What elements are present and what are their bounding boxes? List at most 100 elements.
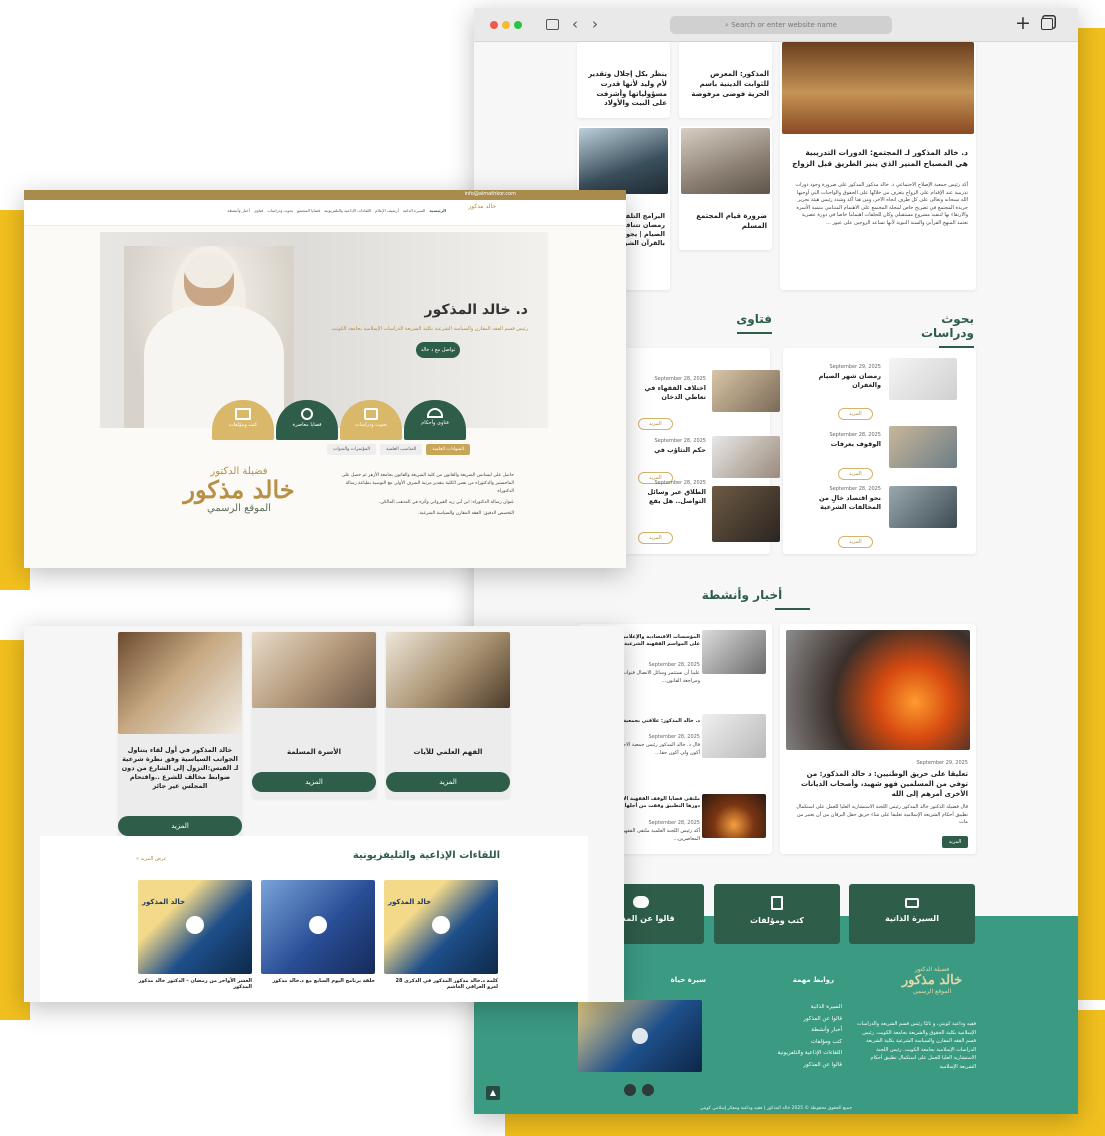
nav-item-fatwa[interactable]: فتاوى [254,208,263,213]
topic-card[interactable]: الأسرة المسلمة المزيد [252,632,376,798]
play-icon[interactable] [432,916,450,934]
video-thumb-art: خالد المذكور [388,898,432,906]
video-thumb: خالد المذكور [138,880,252,974]
footer-link[interactable]: كتب ومؤلفات [770,1037,842,1049]
maximize-dot-icon[interactable] [514,21,522,29]
research-more-button[interactable]: المزيد [838,536,873,548]
footer-link[interactable]: قالوا عن المذكور [770,1014,842,1026]
chip-conferences[interactable]: المؤتمرات والندوات [327,444,377,455]
email-icon[interactable] [624,1084,636,1096]
nav-item-cv[interactable]: السيرة الذاتية [403,208,426,213]
news-main-more-button[interactable]: المزيد [942,836,968,848]
hero-nav-logo[interactable]: خالد مذكور [468,203,496,210]
video-card[interactable]: حلقة برنامج اليوم السابع مع د.خالد مذكور [261,880,375,998]
topic-more-button[interactable]: المزيد [252,772,376,792]
topic-more-button[interactable]: المزيد [118,816,242,836]
article-card-title[interactable]: ضرورة قيام المجتمع المسلم [683,212,767,232]
tabs-overview-icon[interactable] [1041,18,1053,30]
article-card[interactable]: ينظر بكل إجلال وتقدير لأم وليد لأنها قدر… [577,42,670,118]
research-item[interactable]: September 29, 2025 رمضان شهر الصيام والغ… [783,358,976,420]
tab-issues[interactable]: قضايا معاصرة [276,400,338,440]
research-section-title: بحوث ودراسات [886,312,974,348]
x-social-icon[interactable] [642,1084,654,1096]
footer-links-title: روابط مهمة [792,976,834,984]
footer-link[interactable]: قالوا عن المذكور [770,1060,842,1072]
featured-article-card[interactable]: د. خالد المذكور لـ المجتمع: الدورات التد… [780,42,976,290]
topbar-email[interactable]: info@almathkor.com [464,191,516,197]
new-tab-icon[interactable]: + [1015,12,1031,34]
research-item-image [889,426,957,468]
media-more-link[interactable]: عرض المزيد » [136,856,167,862]
video-caption[interactable]: العشر الأواخر من رمضان – الدكتور خالد مذ… [138,978,252,990]
fatwa-item[interactable]: September 28, 2025 اختلاف الفقهاء في تعا… [624,358,780,430]
footer-video-thumb[interactable] [578,1000,702,1072]
tab-fatwa[interactable]: فتاوى وأحكام [404,400,466,440]
topic-card-title[interactable]: الفهم العلمي للآيات [386,748,510,758]
tab-research[interactable]: بحوث ودراسات [340,400,402,440]
fatwa-item[interactable]: September 28, 2025 حكم التثاؤب في المزيد [624,424,780,484]
fatwa-item-title[interactable]: حكم التثاؤب في [624,446,706,455]
open-book-icon [235,408,251,420]
news-section-title: أخبار وأنشطة [674,588,810,610]
tab-books[interactable]: كتب ومؤلفات [212,400,274,440]
fatwa-item-title[interactable]: الطلاق عبر وسائل التواصل.. هل يقع [624,488,706,506]
article-card-title[interactable]: المذكور: المعرض للثوابت الدينية باسم الح… [683,70,769,99]
fatwa-item-title[interactable]: اختلاف الفقهاء في تعاطي الدخان [624,384,707,402]
close-dot-icon[interactable] [490,21,498,29]
nav-item-society[interactable]: قضايا المجتمع [297,208,320,213]
scroll-top-button[interactable]: ▲ [486,1086,500,1100]
article-card[interactable]: المذكور: المعرض للثوابت الدينية باسم الح… [679,42,772,118]
tile-cv[interactable]: السيرة الذاتية [849,884,975,944]
hero-contact-button[interactable]: تواصل مع د خالد [416,342,460,358]
hero-subtitle: رئيس قسم الفقه المقارن والسياسة الشرعية … [331,326,528,332]
topic-card-title[interactable]: الأسرة المسلمة [252,748,376,758]
article-card-title[interactable]: ينظر بكل إجلال وتقدير لأم وليد لأنها قدر… [581,70,667,109]
chat-icon [633,896,649,908]
video-thumb [261,880,375,974]
news-main-card[interactable]: September 29, 2025 تعليقا على حريق الوطن… [780,624,976,854]
research-more-button[interactable]: المزيد [838,408,873,420]
back-chevron-icon[interactable]: ‹ [572,15,578,33]
topic-card-title[interactable]: خالد المذكور في أول لقاء يتناول الجوانب … [120,746,240,791]
nav-item-news[interactable]: أخبار وأنشطة [227,208,249,213]
featured-article-title[interactable]: د. خالد المذكور لـ المجتمع: الدورات التد… [790,148,968,169]
news-main-title[interactable]: تعليقا على حريق الوطنيين: د خالد المذكور… [790,770,968,799]
footer-link[interactable]: أخبار وأنشطة [770,1025,842,1037]
chip-positions[interactable]: المناصب العلمية [380,444,423,455]
forward-chevron-icon[interactable]: › [592,15,598,33]
featured-article-image [782,42,974,134]
play-icon[interactable] [186,916,204,934]
topic-more-button[interactable]: المزيد [386,772,510,792]
video-caption[interactable]: حلقة برنامج اليوم السابع مع د.خالد مذكور [261,978,375,984]
nav-item-home[interactable]: الرئيسية [429,208,446,213]
nav-item-interviews[interactable]: اللقاءات الإذاعية والتلفزيونية [324,208,371,213]
video-caption[interactable]: كلمة د.خالد مذكور المذكور في الذكرى 28 ل… [384,978,498,990]
video-card[interactable]: خالد المذكور العشر الأواخر من رمضان – ال… [138,880,252,998]
research-item-title[interactable]: نحو اقتصاد خالٍ من المخالفات الشرعية [791,494,881,512]
tile-books[interactable]: كتب ومؤلفات [714,884,840,944]
nav-item-media[interactable]: أرشيف الإعلام [375,208,399,213]
topic-card[interactable]: خالد المذكور في أول لقاء يتناول الجوانب … [118,632,242,838]
footer-logo-sub: الموقع الرسمي [912,988,952,995]
play-icon[interactable] [309,916,327,934]
research-item[interactable]: September 28, 2025 نحو اقتصاد خالٍ من ال… [783,486,976,548]
fatwa-section-title: فتاوى [684,312,772,334]
video-card[interactable]: خالد المذكور كلمة د.خالد مذكور المذكور ف… [384,880,498,998]
address-bar[interactable]: ⌕ Search or enter website name [670,16,892,34]
research-more-button[interactable]: المزيد [838,468,873,480]
minimize-dot-icon[interactable] [502,21,510,29]
sidebar-icon[interactable] [546,19,559,30]
play-icon[interactable] [632,1028,648,1044]
topic-card[interactable]: الفهم العلمي للآيات المزيد [386,632,510,798]
research-item[interactable]: September 28, 2025 الوقوف بعرفات المزيد [783,426,976,486]
hero-logo: فضيلة الدكتور خالد مذكور الموقع الرسمي [174,466,304,514]
chip-degrees[interactable]: الشهادات العلمية [426,444,470,455]
article-card[interactable]: ضرورة قيام المجتمع المسلم [679,126,772,250]
footer-link[interactable]: السيرة الذاتية [770,1002,842,1014]
footer-link[interactable]: اللقاءات الإذاعية والتلفزيونية [770,1048,842,1060]
research-item-title[interactable]: رمضان شهر الصيام والغفران [791,372,881,390]
fatwa-more-button[interactable]: المزيد [638,532,673,544]
fatwa-item[interactable]: September 28, 2025 الطلاق عبر وسائل التو… [624,480,780,550]
nav-item-research[interactable]: بحوث ودراسات [267,208,293,213]
research-item-title[interactable]: الوقوف بعرفات [791,440,881,449]
